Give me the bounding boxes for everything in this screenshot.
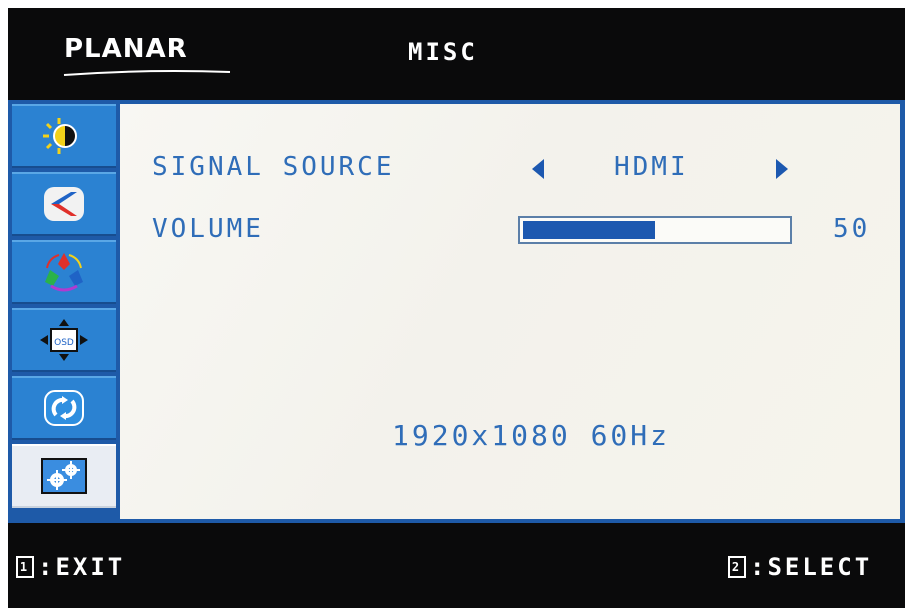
brand-logo: PLANAR (64, 34, 188, 64)
volume-value: 50 (833, 214, 871, 244)
osd-menu: PLANAR MISC OSD SIGNAL SOURCE HDMI VOLUM… (8, 8, 905, 608)
reset-icon (44, 390, 84, 426)
select-hint: 2 :SELECT (728, 553, 872, 581)
sidebar-item-misc[interactable] (12, 444, 116, 508)
sidebar-item-image[interactable] (12, 172, 116, 236)
signal-source-label: SIGNAL SOURCE (152, 152, 395, 182)
arrow-right-icon[interactable] (774, 158, 790, 180)
osd-position-icon: OSD (40, 319, 88, 361)
exit-hint: 1 :EXIT (16, 553, 125, 581)
content-frame: OSD SIGNAL SOURCE HDMI VOLUME 50 1920x10… (8, 100, 905, 523)
select-label: :SELECT (750, 553, 873, 581)
sidebar: OSD (12, 104, 116, 519)
key-2-icon: 2 (728, 556, 746, 578)
arrow-left-icon[interactable] (530, 158, 546, 180)
main-panel: SIGNAL SOURCE HDMI VOLUME 50 1920x1080 6… (120, 104, 900, 519)
brand-swoosh-icon (63, 70, 231, 76)
exit-label: :EXIT (38, 553, 126, 581)
sidebar-item-brightness[interactable] (12, 104, 116, 168)
color-icon (45, 253, 83, 292)
menu-title: MISC (408, 38, 478, 66)
svg-text:OSD: OSD (54, 338, 74, 348)
osd-header: PLANAR MISC (8, 8, 905, 100)
volume-slider-fill (523, 221, 655, 239)
resolution-info: 1920x1080 60Hz (392, 419, 671, 452)
brightness-contrast-icon (43, 118, 77, 154)
misc-settings-icon (41, 458, 87, 494)
sidebar-item-color[interactable] (12, 240, 116, 304)
sidebar-item-reset[interactable] (12, 376, 116, 440)
signal-source-value[interactable]: HDMI (614, 152, 689, 182)
key-1-icon: 1 (16, 556, 34, 578)
osd-footer: 1 :EXIT 2 :SELECT (8, 523, 905, 608)
volume-label: VOLUME (152, 214, 264, 244)
sidebar-item-osd[interactable]: OSD (12, 308, 116, 372)
volume-slider[interactable] (518, 216, 792, 244)
image-adjust-icon (44, 187, 84, 221)
